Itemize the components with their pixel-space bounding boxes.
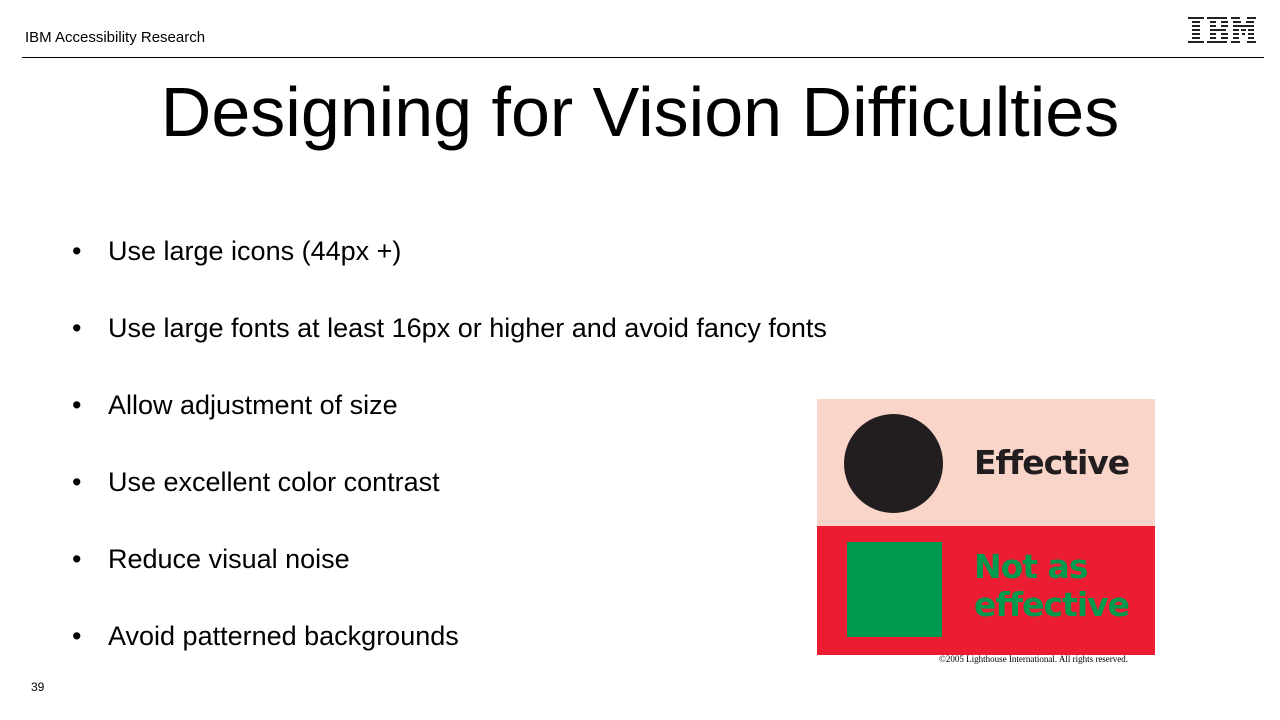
not-effective-line1: Not as: [974, 547, 1088, 586]
black-circle-icon: [844, 414, 943, 513]
ibm-logo: [1188, 17, 1256, 43]
slide-title: Designing for Vision Difficulties: [160, 73, 1120, 151]
bullet-icon: •: [72, 236, 82, 266]
bullet-item: • Use large icons (44px +): [72, 228, 827, 305]
bullet-item: • Use excellent color contrast: [72, 459, 827, 536]
bullet-icon: •: [72, 544, 82, 574]
effective-label: Effective: [974, 443, 1130, 482]
bullet-text: Reduce visual noise: [108, 544, 350, 574]
header-label: IBM Accessibility Research: [25, 29, 206, 46]
not-effective-line2: effective: [974, 585, 1130, 624]
contrast-example-figure: Effective Not as effective: [817, 399, 1155, 655]
bullet-icon: •: [72, 467, 82, 497]
bullet-item: • Allow adjustment of size: [72, 382, 827, 459]
not-effective-label: Not as effective: [974, 547, 1130, 624]
bullet-icon: •: [72, 621, 82, 651]
not-effective-panel: Not as effective: [817, 526, 1155, 655]
effective-panel: Effective: [817, 399, 1155, 526]
bullet-item: • Avoid patterned backgrounds: [72, 613, 827, 690]
bullet-list: • Use large icons (44px +) • Use large fon…: [72, 228, 827, 690]
bullet-icon: •: [72, 313, 82, 343]
bullet-text: Allow adjustment of size: [108, 390, 398, 420]
bullet-icon: •: [72, 390, 82, 420]
figure-copyright: ©2005 Lighthouse International. All righ…: [939, 654, 1129, 664]
page-number: 39: [31, 680, 45, 694]
header-rule: [22, 57, 1264, 58]
bullet-item: • Reduce visual noise: [72, 536, 827, 613]
bullet-text: Avoid patterned backgrounds: [108, 621, 459, 651]
bullet-text: Use large fonts at least 16px or higher …: [108, 313, 827, 343]
bullet-text: Use excellent color contrast: [108, 467, 440, 497]
bullet-item: • Use large fonts at least 16px or higher…: [72, 305, 827, 382]
green-square-icon: [847, 542, 942, 637]
bullet-text: Use large icons (44px +): [108, 236, 402, 266]
